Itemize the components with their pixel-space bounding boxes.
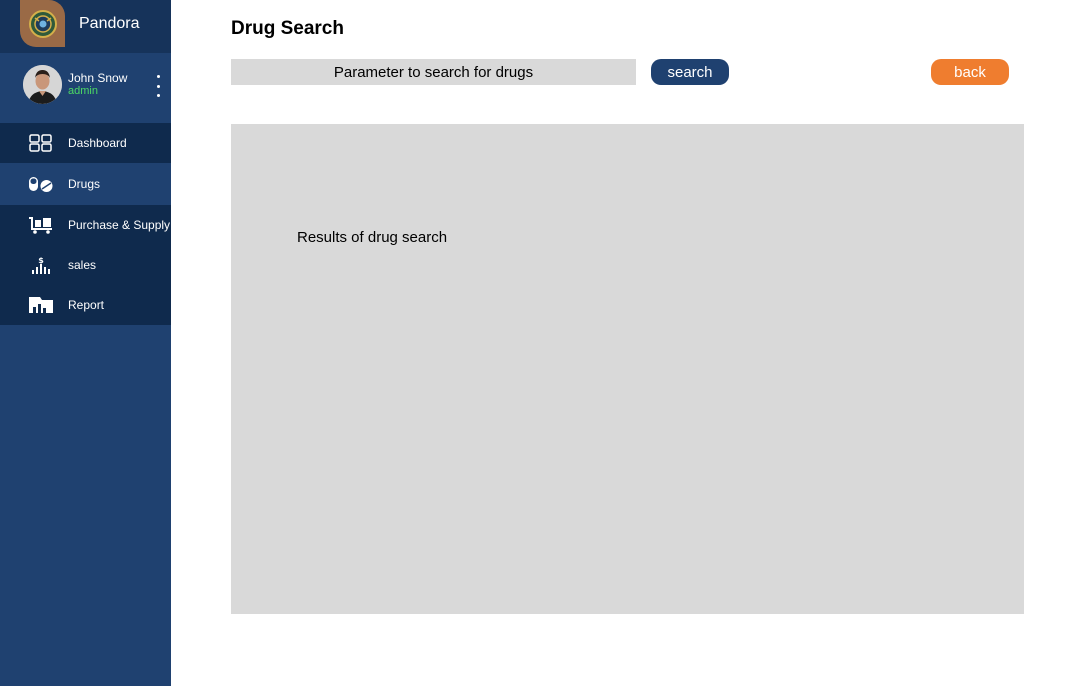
avatar[interactable] bbox=[23, 65, 62, 104]
sidebar-item-report[interactable]: Report bbox=[0, 285, 171, 325]
sales-icon: $ bbox=[28, 255, 54, 275]
user-panel: John Snow admin bbox=[0, 53, 171, 123]
brand-name: Pandora bbox=[79, 15, 140, 32]
results-placeholder-text: Results of drug search bbox=[297, 229, 448, 246]
brand-header: Pandora bbox=[0, 0, 171, 53]
user-name: John Snow bbox=[68, 71, 128, 85]
sidebar-item-label: Report bbox=[68, 298, 105, 312]
sidebar-item-dashboard[interactable]: Dashboard bbox=[0, 123, 171, 163]
sidebar-item-label: sales bbox=[68, 258, 97, 272]
search-button[interactable]: search bbox=[651, 59, 729, 85]
more-options-icon[interactable] bbox=[150, 75, 166, 97]
cart-icon bbox=[28, 215, 54, 235]
dashboard-icon bbox=[28, 133, 54, 153]
results-panel: Results of drug search bbox=[231, 124, 1024, 614]
report-icon bbox=[28, 295, 54, 315]
sidebar-item-label: Drugs bbox=[68, 177, 101, 191]
sidebar-item-label: Dashboard bbox=[68, 136, 127, 150]
search-input[interactable] bbox=[231, 59, 636, 85]
user-role: admin bbox=[68, 85, 98, 97]
sidebar-nav: Dashboard Drugs Purchase & Supply $ sale… bbox=[0, 123, 171, 325]
pills-icon bbox=[28, 174, 54, 194]
sidebar-item-sales[interactable]: $ sales bbox=[0, 245, 171, 285]
brand-logo bbox=[20, 0, 65, 47]
sidebar-item-label: Purchase & Supply bbox=[68, 218, 171, 232]
page-title: Drug Search bbox=[231, 18, 344, 39]
back-button[interactable]: back bbox=[931, 59, 1009, 85]
sidebar-item-purchase-supply[interactable]: Purchase & Supply bbox=[0, 205, 171, 245]
svg-text:$: $ bbox=[38, 256, 44, 265]
sidebar: Pandora John Snow admin Dashboard Drugs … bbox=[0, 0, 171, 686]
sidebar-item-drugs[interactable]: Drugs bbox=[0, 163, 171, 205]
